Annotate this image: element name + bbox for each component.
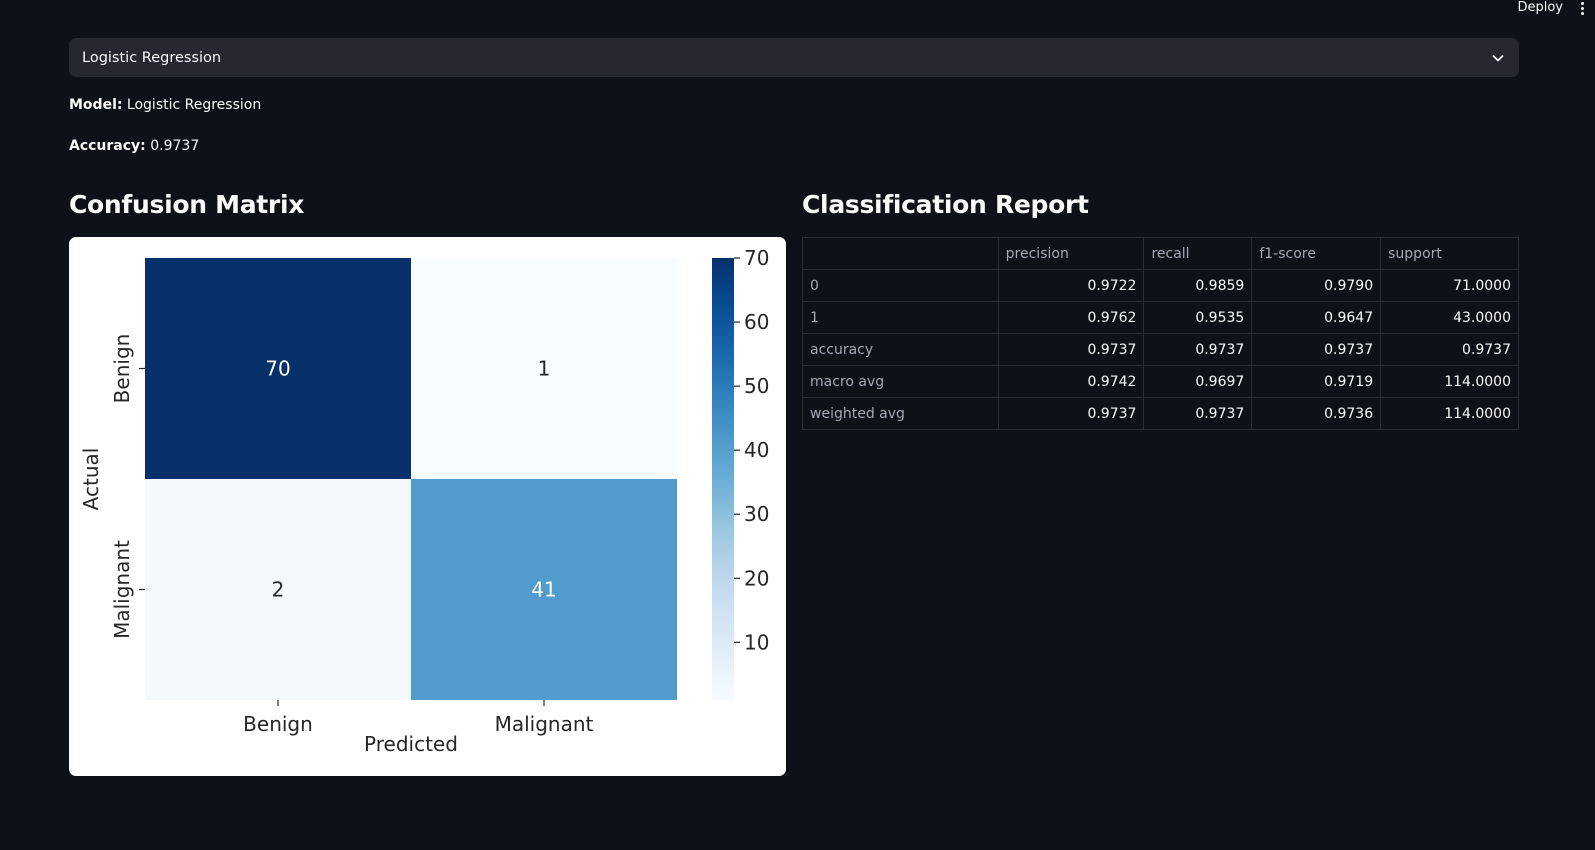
model-select-value: Logistic Regression [82,49,222,66]
table-cell: 0.9719 [1251,365,1382,398]
cell-value-label: 41 [531,578,556,602]
colorbar [712,258,734,700]
column-header[interactable]: recall [1143,237,1253,270]
colorbar-tick-label: 20 [744,566,769,590]
accuracy-info-label: Accuracy: [69,138,146,154]
table-cell: 0.9742 [997,365,1145,398]
y-tick-label: Malignant [110,540,134,639]
table-cell: 0.9737 [1143,333,1253,366]
table-cell: 0.9722 [997,269,1145,302]
cell-value-label: 1 [538,357,551,381]
table-cell: 0.9737 [1380,333,1519,366]
table-row: weighted avg 0.9737 0.9737 0.9736 114.0000 [802,397,1519,430]
cell-value-label: 2 [272,578,285,602]
y-axis-label: Actual [79,448,103,511]
table-cell: 0.9736 [1251,397,1382,430]
table-row: accuracy 0.9737 0.9737 0.9737 0.9737 [802,333,1519,366]
classification-report-title: Classification Report [802,190,1089,219]
x-axis-label: Predicted [364,732,458,756]
table-row: 0 0.9722 0.9859 0.9790 71.0000 [802,269,1519,302]
table-cell: 0.9737 [997,397,1145,430]
confusion-matrix-title: Confusion Matrix [69,190,305,219]
y-tick-label: Benign [110,334,134,404]
table-cell: 0.9790 [1251,269,1382,302]
confusion-matrix-plot: 70 1 2 41 Benign Malignant Benign Malignant Pred… [69,237,786,776]
colorbar-tick-label: 40 [744,438,769,462]
row-label: macro avg [802,365,999,398]
row-label: accuracy [802,333,999,366]
table-cell: 0.9762 [997,301,1145,334]
cell-value-label: 70 [265,357,290,381]
chevron-down-icon [1492,54,1504,61]
table-cell: 0.9535 [1143,301,1253,334]
table-row: macro avg 0.9742 0.9697 0.9719 114.0000 [802,365,1519,398]
column-header[interactable]: precision [997,237,1145,270]
model-info-value: Logistic Regression [126,97,262,113]
accuracy-info: Accuracy: 0.9737 [69,138,199,154]
colorbar-tick-label: 60 [744,310,769,334]
row-label: 1 [802,301,999,334]
column-header[interactable]: support [1380,237,1519,270]
confusion-matrix-svg: 70 1 2 41 Benign Malignant Benign Malignant Pred… [79,246,769,756]
accuracy-info-value: 0.9737 [150,138,200,154]
table-cell: 0.9737 [1143,397,1253,430]
column-header[interactable]: f1-score [1251,237,1382,270]
classification-report-table: precision recall f1-score support 0 0.9722 0.… [802,237,1519,430]
table-cell: 0.9859 [1143,269,1253,302]
table-cell: 71.0000 [1380,269,1519,302]
x-tick-label: Malignant [495,712,594,736]
colorbar-tick-label: 30 [744,502,769,526]
colorbar-tick-label: 10 [744,630,769,654]
model-info-label: Model: [69,97,123,113]
x-tick-label: Benign [243,712,313,736]
table-cell: 0.9697 [1143,365,1253,398]
model-info: Model: Logistic Regression [69,97,261,113]
colorbar-tick-label: 70 [744,246,769,270]
row-label: weighted avg [802,397,999,430]
table-cell: 0.9647 [1251,301,1382,334]
column-header[interactable] [802,237,999,270]
main-menu-icon[interactable] [1573,0,1591,16]
deploy-button[interactable]: Deploy [1507,0,1573,16]
table-row: 1 0.9762 0.9535 0.9647 43.0000 [802,301,1519,334]
row-label: 0 [802,269,999,302]
colorbar-tick-label: 50 [744,374,769,398]
table-header-row: precision recall f1-score support [802,237,1519,270]
table-cell: 114.0000 [1380,365,1519,398]
header-toolbar: Deploy [1507,0,1595,16]
model-select[interactable]: Logistic Regression [69,38,1519,77]
table-cell: 43.0000 [1380,301,1519,334]
table-cell: 0.9737 [1251,333,1382,366]
table-cell: 114.0000 [1380,397,1519,430]
table-cell: 0.9737 [997,333,1145,366]
